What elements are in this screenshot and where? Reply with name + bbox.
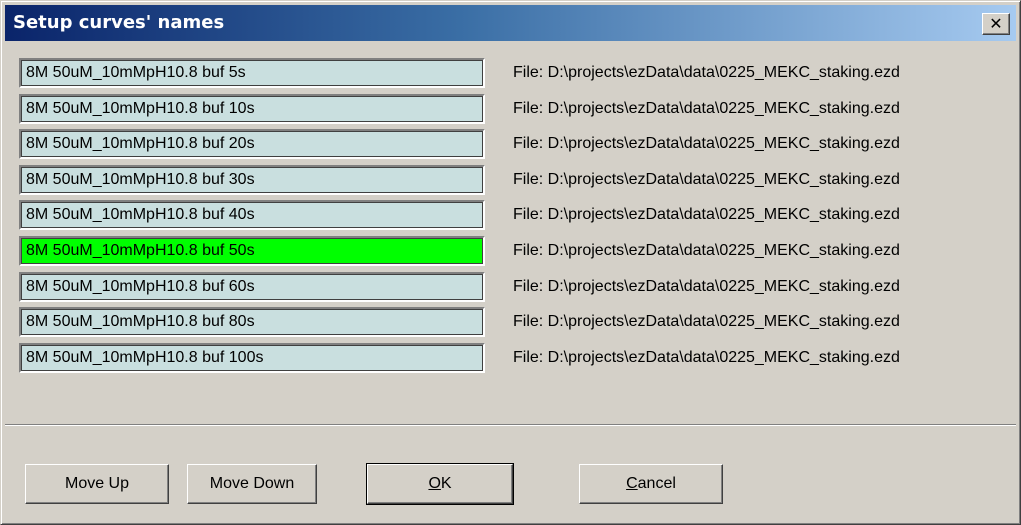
cancel-label: ancel: [637, 475, 676, 492]
curve-name-field[interactable]: 8M 50uM_10mMpH10.8 buf 20s: [19, 129, 485, 160]
curve-name-field[interactable]: 8M 50uM_10mMpH10.8 buf 80s: [19, 307, 485, 338]
curve-row: 8M 50uM_10mMpH10.8 buf 50s File: D:\proj…: [19, 234, 1014, 270]
curve-file-label: File: D:\projects\ezData\data\0225_MEKC_…: [513, 135, 900, 153]
move-up-button[interactable]: Move Up: [25, 464, 169, 504]
setup-curves-dialog: Setup curves' names ✕ 8M 50uM_10mMpH10.8…: [0, 0, 1021, 525]
curve-name-field[interactable]: 8M 50uM_10mMpH10.8 buf 30s: [19, 164, 485, 195]
move-down-button[interactable]: Move Down: [187, 464, 317, 504]
curve-name-field[interactable]: 8M 50uM_10mMpH10.8 buf 50s: [19, 235, 485, 266]
curve-file-label: File: D:\projects\ezData\data\0225_MEKC_…: [513, 313, 900, 331]
curve-row: 8M 50uM_10mMpH10.8 buf 40s File: D:\proj…: [19, 198, 1014, 234]
curve-row: 8M 50uM_10mMpH10.8 buf 60s File: D:\proj…: [19, 270, 1014, 306]
ok-button[interactable]: OK: [366, 463, 514, 505]
cancel-button[interactable]: Cancel: [579, 464, 723, 504]
curve-row: 8M 50uM_10mMpH10.8 buf 30s File: D:\proj…: [19, 163, 1014, 199]
curve-row: 8M 50uM_10mMpH10.8 buf 5s File: D:\proje…: [19, 56, 1014, 92]
close-icon: ✕: [989, 14, 1003, 33]
curve-name-field[interactable]: 8M 50uM_10mMpH10.8 buf 100s: [19, 342, 485, 373]
curve-row: 8M 50uM_10mMpH10.8 buf 10s File: D:\proj…: [19, 92, 1014, 128]
curve-file-label: File: D:\projects\ezData\data\0225_MEKC_…: [513, 99, 900, 117]
cancel-accelerator: C: [626, 475, 638, 492]
curve-file-label: File: D:\projects\ezData\data\0225_MEKC_…: [513, 277, 900, 295]
curve-file-label: File: D:\projects\ezData\data\0225_MEKC_…: [513, 170, 900, 188]
ok-label: K: [440, 475, 452, 492]
curve-row: 8M 50uM_10mMpH10.8 buf 100s File: D:\pro…: [19, 341, 1014, 377]
curve-file-label: File: D:\projects\ezData\data\0225_MEKC_…: [513, 348, 900, 366]
close-button[interactable]: ✕: [982, 13, 1010, 35]
curve-name-field[interactable]: 8M 50uM_10mMpH10.8 buf 5s: [19, 58, 485, 88]
dialog-title: Setup curves' names: [13, 12, 225, 33]
curve-name-field[interactable]: 8M 50uM_10mMpH10.8 buf 40s: [19, 200, 485, 231]
ok-accelerator: O: [428, 475, 441, 492]
curve-file-label: File: D:\projects\ezData\data\0225_MEKC_…: [513, 241, 900, 259]
title-bar[interactable]: Setup curves' names ✕: [5, 5, 1016, 41]
curve-name-field[interactable]: 8M 50uM_10mMpH10.8 buf 10s: [19, 93, 485, 124]
curve-file-label: File: D:\projects\ezData\data\0225_MEKC_…: [513, 64, 900, 81]
curve-list: 8M 50uM_10mMpH10.8 buf 5s File: D:\proje…: [19, 56, 1014, 376]
curve-name-field[interactable]: 8M 50uM_10mMpH10.8 buf 60s: [19, 271, 485, 302]
curve-row: 8M 50uM_10mMpH10.8 buf 80s File: D:\proj…: [19, 305, 1014, 341]
curve-file-label: File: D:\projects\ezData\data\0225_MEKC_…: [513, 206, 900, 224]
curve-row: 8M 50uM_10mMpH10.8 buf 20s File: D:\proj…: [19, 127, 1014, 163]
separator-highlight: [5, 425, 1016, 426]
